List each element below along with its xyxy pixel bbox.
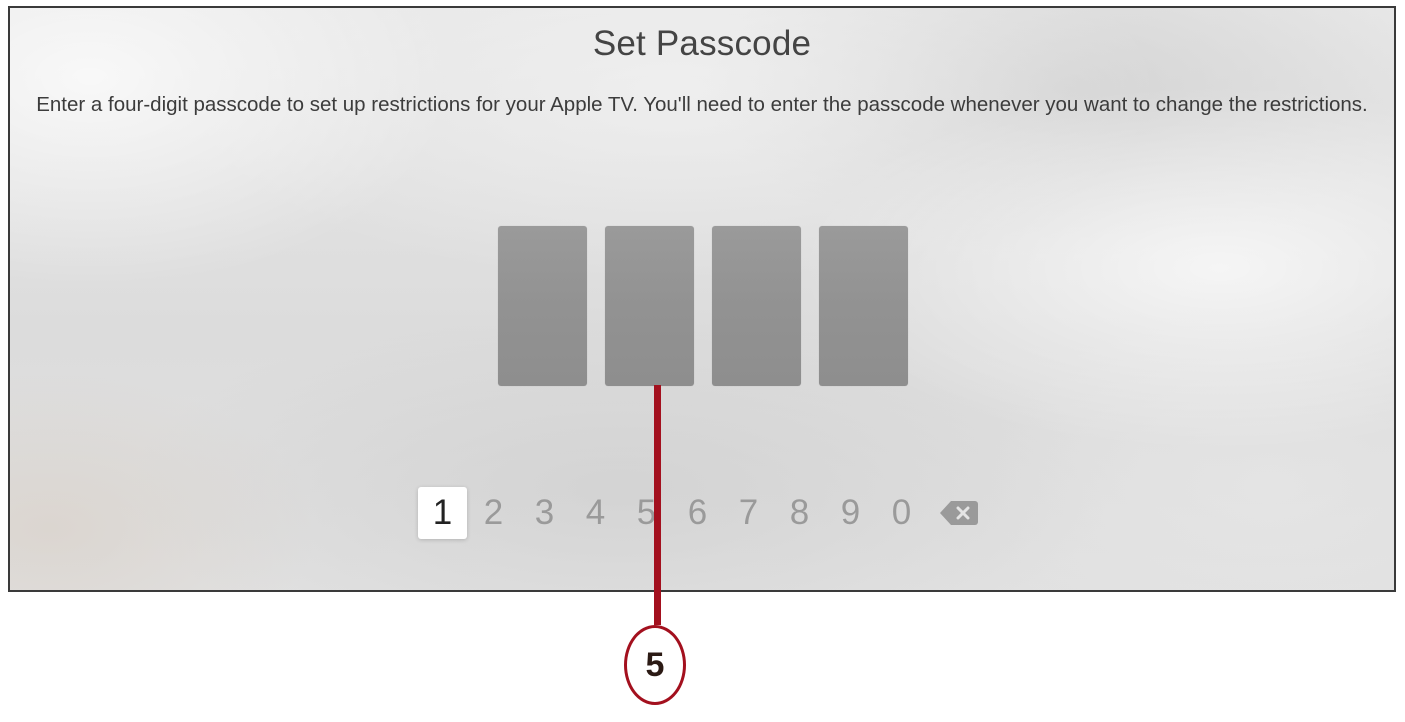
key-8[interactable]: 8 — [775, 487, 824, 539]
passcode-slots — [498, 226, 908, 386]
instruction-text: Enter a four-digit passcode to set up re… — [36, 93, 1368, 116]
delete-key[interactable] — [934, 487, 984, 539]
key-7[interactable]: 7 — [724, 487, 773, 539]
key-1[interactable]: 1 — [418, 487, 467, 539]
passcode-slot-3 — [712, 226, 801, 386]
key-3[interactable]: 3 — [520, 487, 569, 539]
passcode-slot-4 — [819, 226, 908, 386]
page-title: Set Passcode — [592, 24, 812, 63]
callout-line — [654, 385, 661, 625]
passcode-slot-1 — [498, 226, 587, 386]
key-6[interactable]: 6 — [673, 487, 722, 539]
delete-backspace-icon — [940, 501, 978, 525]
callout-number-badge: 5 — [624, 625, 686, 705]
passcode-slot-2 — [605, 226, 694, 386]
key-4[interactable]: 4 — [571, 487, 620, 539]
key-9[interactable]: 9 — [826, 487, 875, 539]
key-5[interactable]: 5 — [622, 487, 671, 539]
apple-tv-screen: Set Passcode Enter a four-digit passcode… — [8, 6, 1396, 592]
digit-keypad: 1 2 3 4 5 6 7 8 9 0 — [418, 487, 986, 539]
key-2[interactable]: 2 — [469, 487, 518, 539]
key-0[interactable]: 0 — [877, 487, 926, 539]
